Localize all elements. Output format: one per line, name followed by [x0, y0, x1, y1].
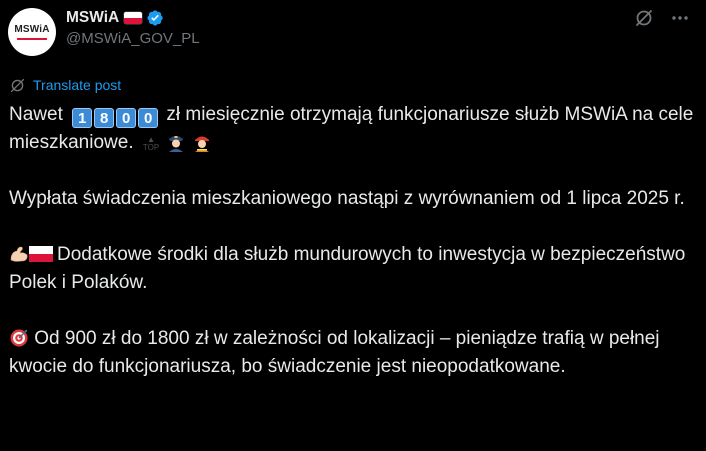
keycap-digit: 8 — [94, 108, 115, 128]
post-paragraph-3: Dodatkowe środki dla służb mundurowych t… — [9, 241, 699, 297]
more-options-icon[interactable] — [670, 8, 690, 28]
amount-keycaps: 1800 — [71, 104, 159, 128]
keycap-digit: 0 — [138, 108, 159, 128]
post-paragraph-2: Wypłata świadczenia mieszkaniowego nastą… — [9, 188, 685, 209]
avatar[interactable]: MSWiA — [8, 8, 56, 56]
translate-post-link[interactable]: Translate post — [9, 76, 121, 94]
keycap-digit: 1 — [72, 108, 93, 128]
avatar-logo-bar — [17, 37, 47, 40]
direct-hit-emoji-icon — [10, 329, 28, 347]
post-header: MSWiA @MSWiA_GOV_PL — [66, 7, 200, 47]
verified-badge-icon[interactable] — [146, 9, 164, 27]
text-segment: Od 900 zł do 1800 zł w zależności od lok… — [9, 328, 660, 377]
post: MSWiA MSWiA @MSWiA_GOV_PL Translate post — [0, 0, 706, 451]
grok-icon[interactable] — [634, 8, 654, 28]
firefighter-emoji-icon — [194, 136, 209, 152]
translate-icon — [10, 78, 25, 92]
poland-flag-icon — [29, 246, 53, 262]
police-officer-emoji-icon — [169, 136, 184, 152]
keycap-digit: 0 — [116, 108, 137, 128]
name-row: MSWiA — [66, 7, 200, 29]
flexed-biceps-emoji-icon — [10, 246, 28, 262]
poland-flag-icon — [124, 12, 143, 24]
display-name[interactable]: MSWiA — [66, 9, 119, 27]
text-segment: Nawet — [9, 104, 63, 125]
post-paragraph-4: Od 900 zł do 1800 zł w zależności od lok… — [9, 325, 699, 381]
translate-label: Translate post — [33, 77, 122, 93]
handle[interactable]: @MSWiA_GOV_PL — [66, 30, 200, 47]
top-mark-icon: ▲ TOP — [142, 135, 160, 152]
text-segment: Dodatkowe środki dla służb mundurowych t… — [9, 244, 686, 293]
post-paragraph-1: Nawet 1800 zł miesięcznie otrzymają funk… — [9, 101, 699, 157]
post-text: Nawet 1800 zł miesięcznie otrzymają funk… — [9, 101, 699, 381]
avatar-logo-text: MSWiA — [14, 23, 50, 35]
